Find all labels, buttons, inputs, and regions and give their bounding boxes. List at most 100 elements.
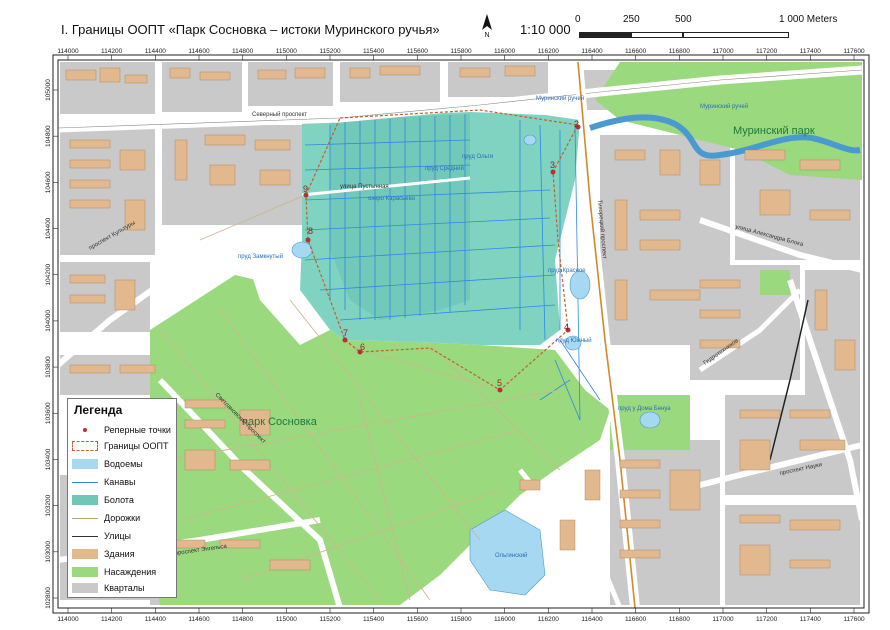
grid-label-x-top: 117600 [843,48,865,55]
label-murinsky-ruchey: Муринский ручей [536,95,584,102]
grid-label-y-left: 103400 [45,448,52,470]
grid-label-x-top: 116400 [581,48,603,55]
point-label-4: 4 [564,322,569,332]
grid-label-x-top: 116200 [538,48,560,55]
legend-label: Границы ООПТ [104,441,169,451]
point-label-6: 6 [360,342,365,352]
grid-label-y-left: 104200 [45,264,52,286]
legend-label: Реперные точки [104,425,171,435]
legend-item-reference-points: Реперные точки [72,423,171,437]
grid-label-x-top: 114000 [57,48,79,55]
grid-label-x-bottom: 117600 [843,616,865,623]
grid-label-y-left: 105000 [45,79,52,101]
grid-label-x-bottom: 116000 [494,616,516,623]
bog-area-inner [330,114,470,320]
grid-label-x-bottom: 115000 [276,616,298,623]
grid-label-x-top: 115800 [450,48,472,55]
label-pustynnaya: улица Пустынная [340,184,389,190]
label-prud-sredny: пруд Средний [425,165,464,172]
grid-label-x-top: 116000 [494,48,516,55]
point-label-9: 9 [303,184,308,194]
label-prud-yuzhny: пруд Южный [556,337,592,344]
reference-point-icon [83,428,87,432]
grid-label-y-left: 103200 [45,494,52,516]
grid-label-y-left: 103800 [45,356,52,378]
legend-label: Болота [104,495,134,505]
legend-label: Водоемы [104,459,143,469]
label-sosnovka-park: парк Сосновка [242,416,318,428]
legend-item-water: Водоемы [72,457,143,471]
boundary-swatch [72,441,98,451]
grid-label-x-bottom: 114200 [101,616,123,623]
label-murinsky-ruchey-2: Муринский ручей [700,103,748,110]
label-murinsky-park: Муринский парк [733,125,815,137]
block-swatch [72,583,98,593]
legend-item-blocks: Кварталы [72,581,144,595]
grid-label-x-bottom: 117000 [712,616,734,623]
label-prud-dom-binu: пруд у Дома Бенуа [618,406,671,412]
legend-label: Кварталы [104,583,145,593]
point-label-7: 7 [343,328,348,338]
grid-label-x-bottom: 116200 [538,616,560,623]
grid-label-x-top: 117000 [712,48,734,55]
grid-label-x-top: 117400 [800,48,822,55]
grid-label-x-top: 116600 [625,48,647,55]
legend-item-buildings: Здания [72,547,135,561]
legend-item-boundary: Границы ООПТ [72,439,168,453]
label-olginsky: Ольгинский [495,552,527,559]
ditch-swatch [72,481,98,483]
building-swatch [72,549,98,559]
grid-label-y-left: 103000 [45,541,52,563]
grid-label-x-bottom: 117400 [800,616,822,623]
legend-label: Здания [104,549,135,559]
grid-label-y-left: 104400 [45,217,52,239]
grid-label-x-top: 114200 [101,48,123,55]
legend-item-bogs: Болота [72,493,134,507]
grid-label-x-bottom: 114600 [188,616,210,623]
grid-label-x-top: 114800 [232,48,254,55]
water-swatch [72,459,98,469]
grid-label-x-bottom: 115200 [319,616,341,623]
grid-label-x-bottom: 114400 [145,616,167,623]
grid-label-x-bottom: 117200 [756,616,778,623]
grid-label-y-left: 104000 [45,310,52,332]
grid-label-x-top: 117200 [756,48,778,55]
legend-item-ditches: Канавы [72,475,135,489]
bog-swatch [72,495,98,505]
legend-item-green: Насаждения [72,565,156,579]
grid-label-x-bottom: 114800 [232,616,254,623]
legend-label: Дорожки [104,513,141,523]
trail-swatch [72,517,98,519]
legend-item-streets: Улицы [72,529,131,543]
label-severny: Северный проспект [252,111,307,118]
grid-label-x-bottom: 114000 [57,616,79,623]
grid-label-y-left: 104600 [45,171,52,193]
grid-label-x-bottom: 115400 [363,616,385,623]
grid-label-x-top: 116800 [669,48,691,55]
grid-label-y-left: 104800 [45,125,52,147]
point-label-8: 8 [308,226,313,236]
label-prud-zamkny: пруд Замкнутый [238,253,283,260]
grid-label-x-top: 114400 [145,48,167,55]
point-label-3: 3 [550,160,555,170]
legend-title: Легенда [74,403,123,417]
legend-label: Канавы [104,477,136,487]
label-prud-krasnoe: пруд Красное [548,268,586,274]
legend-label: Улицы [104,531,132,541]
grid-label-x-bottom: 116400 [581,616,603,623]
legend-label: Насаждения [104,567,157,577]
legend-item-trails: Дорожки [72,511,140,525]
label-prud-karasy: озеро Карасьево [368,196,416,202]
grid-label-x-top: 115600 [407,48,429,55]
point-label-5: 5 [497,378,502,388]
grid-label-y-left: 102800 [45,587,52,609]
grid-label-x-bottom: 115800 [450,616,472,623]
grid-label-x-bottom: 116600 [625,616,647,623]
grid-label-x-top: 115400 [363,48,385,55]
grid-label-x-bottom: 116800 [669,616,691,623]
grid-label-y-left: 103600 [45,402,52,424]
grid-label-x-top: 114600 [188,48,210,55]
grid-label-x-top: 115000 [276,48,298,55]
point-label-2: 2 [574,119,579,129]
street-swatch [72,535,98,537]
